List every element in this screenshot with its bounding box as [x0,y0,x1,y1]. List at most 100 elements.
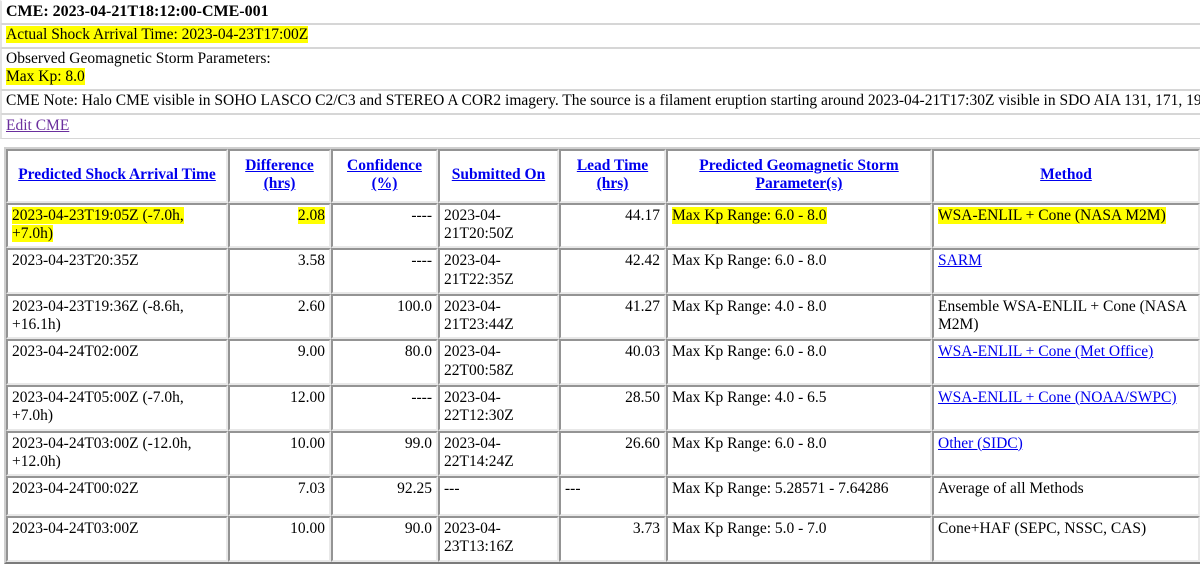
table-spacer [0,139,1200,147]
cell-arrival: 2023-04-23T20:35Z [6,248,228,294]
table-row: 2023-04-23T20:35Z 3.58 ---- 2023-04-21T22:3… [6,248,1200,294]
cell-difference: 2.08 [228,202,331,249]
cell-storm_param-highlight: Max Kp Range: 6.0 - 8.0 [672,206,827,224]
observed-params-row: Observed Geomagnetic Storm Parameters: M… [0,47,1200,90]
cme-note-row: CME Note: Halo CME visible in SOHO LASCO… [0,89,1200,114]
column-header-arrival-time-link[interactable]: Predicted Shock Arrival Time [18,166,216,183]
table-row: 2023-04-24T05:00Z (-7.0h, +7.0h) 12.00 ---… [6,384,1200,431]
cell-arrival: 2023-04-24T05:00Z (-7.0h, +7.0h) [6,384,228,431]
cell-submitted_on: --- [438,476,559,517]
cell-submitted_on: 2023-04-23T13:16Z [438,516,559,562]
cell-lead_time: 42.42 [559,248,666,294]
predicted-shock-arrival-table: Predicted Shock Arrival Time Difference(… [4,147,1200,564]
column-header-storm-parameters[interactable]: Predicted Geomagnetic Storm Parameter(s) [666,149,932,203]
cell-submitted_on: 2023-04-22T14:24Z [438,430,559,477]
column-header-difference-link[interactable]: Difference [245,157,314,174]
cell-storm_param: Max Kp Range: 6.0 - 8.0 [666,430,932,477]
cell-arrival: 2023-04-24T03:00Z [6,516,228,562]
cell-submitted_on: 2023-04-21T23:44Z [438,293,559,340]
cell-difference: 10.00 [228,430,331,477]
table-row: 2023-04-24T00:02Z 7.03 92.25 --- --- Max Kp R… [6,476,1200,517]
cell-confidence: 80.0 [331,339,438,385]
cell-storm_param: Max Kp Range: 4.0 - 6.5 [666,384,932,431]
cell-method[interactable]: Other (SIDC) [932,430,1200,477]
cell-arrival: 2023-04-24T00:02Z [6,476,228,517]
table-row: 2023-04-24T03:00Z (-12.0h, +12.0h) 10.00 9… [6,430,1200,477]
cell-method-link[interactable]: SARM [938,252,982,269]
cell-method-link[interactable]: WSA-ENLIL + Cone (NOAA/SWPC) [938,389,1177,406]
edit-cme-cell: Edit CME [0,113,1200,140]
cell-lead_time: 28.50 [559,384,666,431]
actual-shock-row: Actual Shock Arrival Time: 2023-04-23T17… [0,24,1200,48]
table-row: 2023-04-24T02:00Z 9.00 80.0 2023-04-22T00:5… [6,339,1200,385]
cell-method-link[interactable]: Other (SIDC) [938,435,1023,452]
column-header-difference-unit[interactable]: (hrs) [264,175,296,192]
cell-arrival: 2023-04-23T19:36Z (-8.6h, +16.1h) [6,293,228,340]
cme-note: CME Note: Halo CME visible in SOHO LASCO… [0,89,1200,114]
page-title: CME: 2023-04-21T18:12:00-CME-001 [0,0,1200,25]
cell-method: Cone+HAF (SEPC, NSSC, CAS) [932,516,1200,562]
column-header-difference[interactable]: Difference (hrs) [228,149,331,203]
cell-lead_time: 44.17 [559,202,666,249]
column-header-confidence[interactable]: Confidence (%) [331,149,438,203]
cell-difference-highlight: 2.08 [297,206,325,224]
column-header-submitted-on-link[interactable]: Submitted On [452,166,545,183]
cell-difference: 2.60 [228,293,331,340]
column-header-lead-time-link[interactable]: Lead Time [577,157,648,174]
column-header-confidence-unit[interactable]: (%) [372,175,398,192]
edit-cme-row: Edit CME [0,113,1200,140]
cell-method-link[interactable]: WSA-ENLIL + Cone (Met Office) [938,343,1153,360]
cell-storm_param: Max Kp Range: 6.0 - 8.0 [666,202,932,249]
column-header-storm-parameters-sub[interactable]: Parameter(s) [756,175,843,192]
cell-submitted_on: 2023-04-21T20:50Z [438,202,559,249]
actual-shock-arrival-time: Actual Shock Arrival Time: 2023-04-23T17… [6,26,309,44]
cell-arrival: 2023-04-24T03:00Z (-12.0h, +12.0h) [6,430,228,477]
cell-storm_param: Max Kp Range: 6.0 - 8.0 [666,339,932,385]
column-header-method-link[interactable]: Method [1040,166,1092,183]
cell-method-highlight: WSA-ENLIL + Cone (NASA M2M) [938,206,1166,224]
cell-lead_time: 40.03 [559,339,666,385]
cell-confidence: 90.0 [331,516,438,562]
cell-method[interactable]: SARM [932,248,1200,294]
cell-arrival: 2023-04-23T19:05Z (-7.0h, +7.0h) [6,202,228,249]
column-header-submitted-on[interactable]: Submitted On [438,149,559,203]
cell-difference: 12.00 [228,384,331,431]
cell-method[interactable]: WSA-ENLIL + Cone (NOAA/SWPC) [932,384,1200,431]
cell-confidence: 92.25 [331,476,438,517]
column-header-lead-time-unit[interactable]: (hrs) [597,175,629,192]
cme-scoreboard-page: CME: 2023-04-21T18:12:00-CME-001 Actual … [0,0,1200,564]
column-header-storm-parameters-link[interactable]: Predicted Geomagnetic Storm [699,157,898,174]
table-row: 2023-04-24T03:00Z 10.00 90.0 2023-04-23T13:… [6,516,1200,562]
cell-method: Ensemble WSA-ENLIL + Cone (NASA M2M) [932,293,1200,340]
cell-confidence: 99.0 [331,430,438,477]
actual-shock-cell: Actual Shock Arrival Time: 2023-04-23T17… [0,24,1200,48]
cell-difference: 9.00 [228,339,331,385]
cell-arrival: 2023-04-24T02:00Z [6,339,228,385]
cell-lead_time: 3.73 [559,516,666,562]
column-header-arrival-time[interactable]: Predicted Shock Arrival Time [6,149,228,203]
cell-lead_time: --- [559,476,666,517]
cell-method[interactable]: WSA-ENLIL + Cone (Met Office) [932,339,1200,385]
cell-storm_param: Max Kp Range: 6.0 - 8.0 [666,248,932,294]
cell-method: WSA-ENLIL + Cone (NASA M2M) [932,202,1200,249]
observed-params-cell: Observed Geomagnetic Storm Parameters: M… [0,47,1200,90]
cell-storm_param: Max Kp Range: 5.28571 - 7.64286 [666,476,932,517]
table-row: 2023-04-23T19:05Z (-7.0h, +7.0h) 2.08 ----… [6,202,1200,249]
cell-arrival-highlight: 2023-04-23T19:05Z (-7.0h, +7.0h) [12,206,184,242]
cme-info-table: CME: 2023-04-21T18:12:00-CME-001 Actual … [0,0,1200,140]
cell-submitted_on: 2023-04-21T22:35Z [438,248,559,294]
column-header-lead-time[interactable]: Lead Time (hrs) [559,149,666,203]
observed-params-label: Observed Geomagnetic Storm Parameters: [6,49,271,67]
cell-submitted_on: 2023-04-22T00:58Z [438,339,559,385]
cell-confidence: ---- [331,384,438,431]
cell-difference: 7.03 [228,476,331,517]
edit-cme-link[interactable]: Edit CME [6,117,69,134]
cell-lead_time: 26.60 [559,430,666,477]
cme-title-row: CME: 2023-04-21T18:12:00-CME-001 [0,0,1200,25]
cell-lead_time: 41.27 [559,293,666,340]
column-header-method[interactable]: Method [932,149,1200,203]
cell-storm_param: Max Kp Range: 5.0 - 7.0 [666,516,932,562]
column-header-confidence-link[interactable]: Confidence [347,157,422,174]
table-header-row: Predicted Shock Arrival Time Difference(… [6,149,1200,203]
table-row: 2023-04-23T19:36Z (-8.6h, +16.1h) 2.60 100… [6,293,1200,340]
